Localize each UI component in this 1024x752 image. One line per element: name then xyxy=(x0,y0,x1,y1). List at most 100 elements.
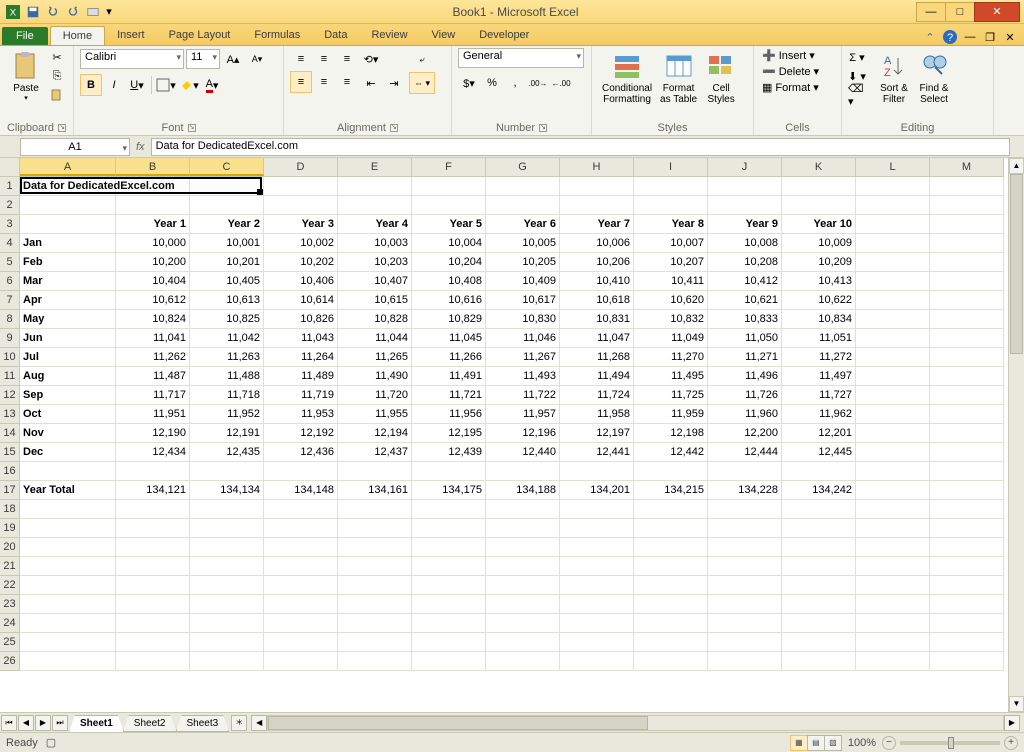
redo-icon[interactable] xyxy=(64,3,82,21)
row-header-17[interactable]: 17 xyxy=(0,481,19,500)
col-header-A[interactable]: A xyxy=(20,158,116,176)
font-dialog-icon[interactable]: ↘ xyxy=(188,124,196,132)
cell-styles-button[interactable]: Cell Styles xyxy=(701,48,741,107)
percent-format-icon[interactable]: % xyxy=(481,72,503,94)
sheet-tab-sheet2[interactable]: Sheet2 xyxy=(123,715,177,732)
comma-format-icon[interactable]: , xyxy=(504,72,526,94)
row-header-8[interactable]: 8 xyxy=(0,310,19,329)
qat-dropdown-icon[interactable]: ▾ xyxy=(104,3,114,21)
bold-button[interactable]: B xyxy=(80,74,102,96)
col-header-B[interactable]: B xyxy=(116,158,190,176)
tab-view[interactable]: View xyxy=(420,26,468,45)
row-header-20[interactable]: 20 xyxy=(0,538,19,557)
scroll-left-icon[interactable]: ◀ xyxy=(251,715,267,731)
workbook-close-icon[interactable]: ✕ xyxy=(1002,29,1018,45)
new-sheet-icon[interactable]: ＊ xyxy=(231,715,247,731)
align-middle-icon[interactable]: ≡ xyxy=(313,48,335,70)
scroll-up-icon[interactable]: ▲ xyxy=(1009,158,1024,174)
tab-insert[interactable]: Insert xyxy=(105,26,157,45)
row-header-14[interactable]: 14 xyxy=(0,424,19,443)
macro-record-icon[interactable]: ▢ xyxy=(46,736,56,749)
cut-icon[interactable]: ✂ xyxy=(48,48,66,66)
borders-button[interactable]: ▾ xyxy=(155,74,177,96)
scroll-down-icon[interactable]: ▼ xyxy=(1009,696,1024,712)
clear-icon[interactable]: ⌫ ▾ xyxy=(848,86,866,104)
sort-filter-button[interactable]: AZSort & Filter xyxy=(874,48,914,107)
paste-button[interactable]: Paste ▾ xyxy=(6,48,46,104)
font-size-combo[interactable]: 11 xyxy=(186,49,220,69)
tab-formulas[interactable]: Formulas xyxy=(242,26,312,45)
col-header-C[interactable]: C xyxy=(190,158,264,176)
row-header-16[interactable]: 16 xyxy=(0,462,19,481)
vertical-scrollbar[interactable]: ▲ ▼ xyxy=(1008,158,1024,712)
minimize-button[interactable]: — xyxy=(916,2,946,22)
row-header-18[interactable]: 18 xyxy=(0,500,19,519)
save-icon[interactable] xyxy=(24,3,42,21)
font-color-button[interactable]: A▾ xyxy=(201,74,223,96)
worksheet[interactable]: ABCDEFGHIJKLM 12345678910111213141516171… xyxy=(0,158,1024,712)
merge-center-button[interactable]: ⇔ ▾ xyxy=(409,72,435,94)
tab-developer[interactable]: Developer xyxy=(467,26,541,45)
increase-font-icon[interactable]: A▴ xyxy=(222,48,244,70)
alignment-dialog-icon[interactable]: ↘ xyxy=(390,124,398,132)
minimize-ribbon-icon[interactable]: ⌃ xyxy=(922,29,938,45)
col-header-G[interactable]: G xyxy=(486,158,560,176)
align-top-icon[interactable]: ≡ xyxy=(290,48,312,70)
last-sheet-icon[interactable]: ⏭ xyxy=(52,715,68,731)
col-header-M[interactable]: M xyxy=(930,158,1004,176)
tab-page-layout[interactable]: Page Layout xyxy=(157,26,243,45)
formula-bar[interactable]: Data for DedicatedExcel.com xyxy=(151,138,1010,156)
row-header-3[interactable]: 3 xyxy=(0,215,19,234)
row-header-12[interactable]: 12 xyxy=(0,386,19,405)
workbook-minimize-icon[interactable]: — xyxy=(962,29,978,45)
format-painter-icon[interactable] xyxy=(48,86,66,104)
column-headers[interactable]: ABCDEFGHIJKLM xyxy=(20,158,1004,177)
delete-cells-button[interactable]: ➖Delete ▾ xyxy=(760,64,821,79)
tab-file[interactable]: File xyxy=(2,27,48,45)
align-right-icon[interactable]: ≡ xyxy=(336,71,358,93)
workbook-restore-icon[interactable]: ❐ xyxy=(982,29,998,45)
qat-custom-icon[interactable] xyxy=(84,3,102,21)
fill-color-button[interactable]: ▾ xyxy=(178,74,200,96)
col-header-J[interactable]: J xyxy=(708,158,782,176)
row-header-26[interactable]: 26 xyxy=(0,652,19,671)
row-header-19[interactable]: 19 xyxy=(0,519,19,538)
copy-icon[interactable]: ⎘ xyxy=(48,67,66,85)
tab-home[interactable]: Home xyxy=(50,26,105,45)
zoom-out-icon[interactable]: − xyxy=(882,736,896,750)
clipboard-dialog-icon[interactable]: ↘ xyxy=(58,124,66,132)
horizontal-scrollbar[interactable]: ◀ ▶ xyxy=(251,715,1020,731)
sheet-tab-sheet3[interactable]: Sheet3 xyxy=(176,715,230,732)
select-all-button[interactable] xyxy=(0,158,20,177)
col-header-I[interactable]: I xyxy=(634,158,708,176)
insert-cells-button[interactable]: ➕Insert ▾ xyxy=(760,48,821,63)
number-format-combo[interactable]: General xyxy=(458,48,584,68)
sheet-tab-sheet1[interactable]: Sheet1 xyxy=(69,715,124,732)
row-header-21[interactable]: 21 xyxy=(0,557,19,576)
undo-icon[interactable] xyxy=(44,3,62,21)
row-header-23[interactable]: 23 xyxy=(0,595,19,614)
row-header-2[interactable]: 2 xyxy=(0,196,19,215)
hscroll-thumb[interactable] xyxy=(268,716,648,730)
autosum-icon[interactable]: Σ ▾ xyxy=(848,48,866,66)
normal-view-icon[interactable]: ▦ xyxy=(790,735,808,751)
fx-icon[interactable]: fx xyxy=(136,141,145,153)
align-center-icon[interactable]: ≡ xyxy=(313,71,335,93)
find-select-button[interactable]: Find & Select xyxy=(914,48,954,107)
align-bottom-icon[interactable]: ≡ xyxy=(336,48,358,70)
increase-decimal-icon[interactable]: .00→ xyxy=(527,72,549,94)
italic-button[interactable]: I xyxy=(103,74,125,96)
row-header-9[interactable]: 9 xyxy=(0,329,19,348)
row-header-1[interactable]: 1 xyxy=(0,177,19,196)
decrease-font-icon[interactable]: A▾ xyxy=(246,48,268,70)
col-header-K[interactable]: K xyxy=(782,158,856,176)
col-header-F[interactable]: F xyxy=(412,158,486,176)
decrease-indent-icon[interactable]: ⇤ xyxy=(360,72,382,94)
vscroll-thumb[interactable] xyxy=(1010,174,1023,354)
align-left-icon[interactable]: ≡ xyxy=(290,71,312,93)
tab-data[interactable]: Data xyxy=(312,26,359,45)
col-header-H[interactable]: H xyxy=(560,158,634,176)
row-header-10[interactable]: 10 xyxy=(0,348,19,367)
format-as-table-button[interactable]: Format as Table xyxy=(656,48,701,107)
scroll-right-icon[interactable]: ▶ xyxy=(1004,715,1020,731)
